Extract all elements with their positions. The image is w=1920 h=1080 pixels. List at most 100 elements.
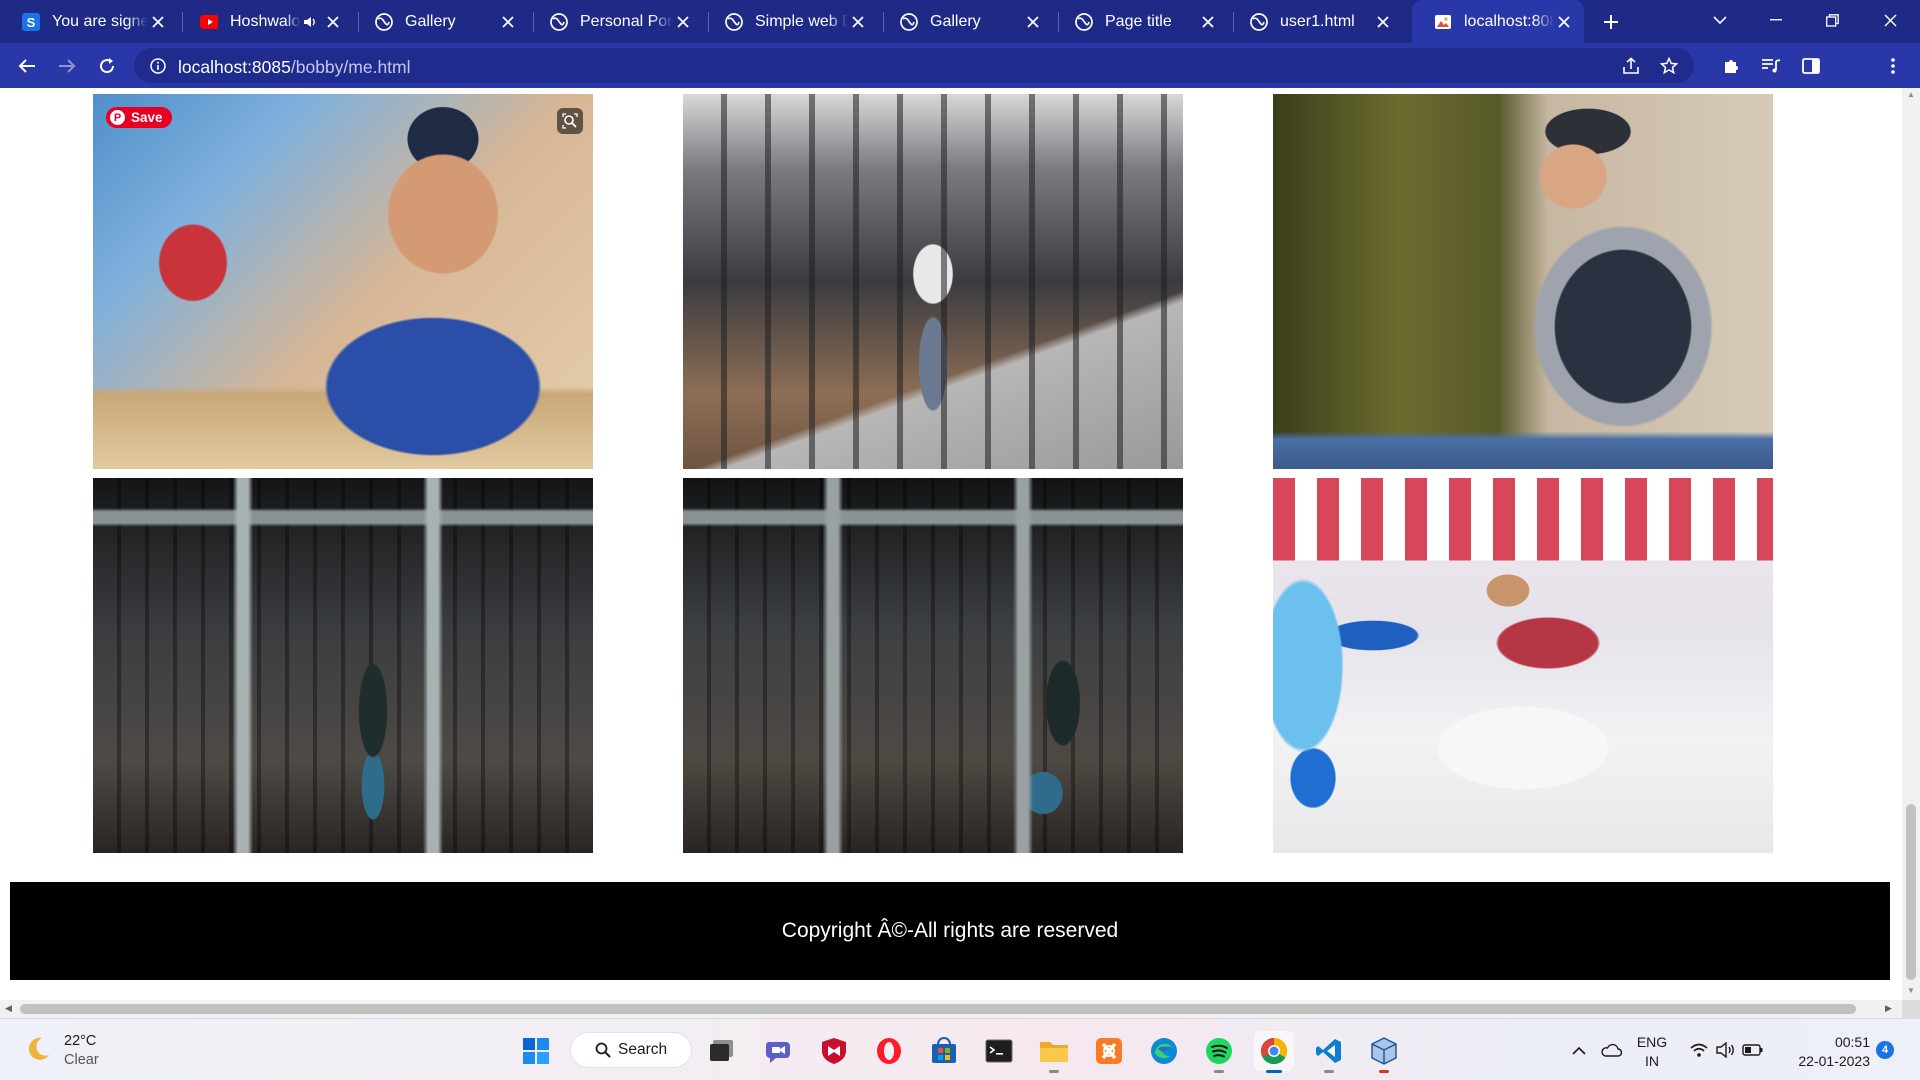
minimize-button[interactable] [1748,0,1804,40]
photo-scene [1273,478,1773,853]
speaker-icon[interactable] [303,15,317,29]
vscode-icon[interactable] [1309,1031,1349,1073]
edge-browser-icon[interactable] [1144,1031,1184,1071]
windows-start-icon[interactable] [516,1031,556,1071]
language-indicator[interactable]: ENG IN [1636,1033,1668,1071]
page-footer: Copyright Â©-All rights are reserved [10,882,1890,980]
teams-chat-icon[interactable] [759,1031,799,1071]
vertical-scrollbar[interactable]: ▲ ▼ [1902,88,1920,1000]
system-clock[interactable]: 00:51 22-01-2023 [1784,1033,1870,1071]
virtualbox-icon[interactable] [1364,1031,1404,1073]
close-tab-icon[interactable] [1023,12,1043,32]
terminal-icon[interactable] [979,1031,1019,1071]
tab-6[interactable]: Gallery [878,0,1053,43]
globe-icon [900,12,918,31]
pinterest-save-button[interactable]: P Save [106,107,172,128]
youtube-icon [200,13,218,31]
page-viewport: P Save Copyright Â©-All rights are reserv… [0,88,1902,1000]
spotify-icon[interactable] [1199,1031,1239,1073]
side-panel-icon[interactable] [1796,51,1826,81]
horizontal-scroll-thumb[interactable] [20,1004,1856,1014]
chrome-icon[interactable] [1254,1031,1294,1073]
notification-badge[interactable]: 4 [1876,1041,1894,1059]
url-host: localhost:8085 [178,57,291,77]
svg-text:S: S [27,15,36,30]
photo-scene [1273,94,1773,469]
close-tab-icon[interactable] [1198,12,1218,32]
close-tab-icon[interactable] [673,12,693,32]
vertical-scroll-thumb[interactable] [1906,804,1916,980]
volume-icon[interactable] [1715,1039,1737,1061]
windows-taskbar: 22°C Clear Search ENG IN 00:51 22-01-2023 4 [0,1018,1920,1080]
close-tab-icon[interactable] [323,12,343,32]
tab-1[interactable]: S You are signed in [0,0,178,43]
weather-widget[interactable]: 22°C Clear [24,1032,99,1070]
tab-2[interactable]: Hoshwalon [178,0,353,43]
gallery-photo[interactable] [1273,478,1773,853]
gallery-photo[interactable]: P Save [93,94,593,469]
scroll-left-arrow-icon[interactable]: ◀ [5,1003,12,1014]
file-explorer-icon[interactable] [1034,1031,1074,1073]
gallery-photo[interactable] [93,478,593,853]
tab-3[interactable]: Gallery [353,0,528,43]
close-tab-icon[interactable] [498,12,518,32]
task-view-icon[interactable] [702,1031,742,1071]
menu-kebab-icon[interactable] [1878,51,1908,81]
tab-active[interactable]: localhost:8085 [1412,0,1584,43]
close-tab-icon[interactable] [148,12,168,32]
language-region: IN [1645,1053,1659,1069]
tab-title: Page title [1105,12,1172,30]
gallery-photo[interactable] [1273,94,1773,469]
photo-scene [93,478,593,853]
scroll-right-arrow-icon[interactable]: ▶ [1885,1003,1892,1014]
microsoft-store-icon[interactable] [924,1031,964,1071]
tab-title: Personal Portfolio [580,12,673,30]
tab-7[interactable]: Page title [1053,0,1228,43]
restore-button[interactable] [1804,0,1860,40]
gallery-photo[interactable] [683,478,1183,853]
taskbar-search-box[interactable]: Search [570,1032,692,1068]
mcafee-icon[interactable] [814,1031,854,1071]
tab-title: Hoshwalon [230,12,301,30]
site-info-icon[interactable] [148,56,168,76]
xampp-icon[interactable] [1089,1031,1129,1071]
tab-title: Gallery [930,12,981,30]
new-tab-button[interactable] [1598,9,1624,35]
media-controls-icon[interactable] [1756,51,1786,81]
browser-toolbar: localhost:8085/bobby/me.html [0,43,1920,122]
close-tab-icon[interactable] [1554,12,1574,32]
gallery-photo[interactable] [683,94,1183,469]
address-bar[interactable]: localhost:8085/bobby/me.html [134,48,1694,83]
search-icon [595,1042,611,1058]
url-text[interactable]: localhost:8085/bobby/me.html [178,57,411,78]
extensions-puzzle-icon[interactable] [1716,51,1746,81]
share-icon[interactable] [1620,55,1642,77]
scroll-down-arrow-icon[interactable]: ▼ [1907,986,1915,995]
url-path: /bobby/me.html [290,57,411,77]
running-indicator [1049,1070,1059,1073]
tab-strip: S You are signed in Hoshwalon Gallery Pe… [0,0,1920,43]
bookmark-star-icon[interactable] [1658,55,1680,77]
tab-title: Gallery [405,12,456,30]
tab-5[interactable]: Simple web Design [703,0,878,43]
onedrive-sync-icon[interactable] [1600,1039,1622,1061]
close-window-button[interactable] [1862,0,1918,40]
opera-icon[interactable] [869,1031,909,1071]
wifi-icon[interactable] [1688,1039,1710,1061]
battery-icon[interactable] [1742,1039,1764,1061]
scroll-up-arrow-icon[interactable]: ▲ [1907,90,1915,99]
s-square-icon: S [22,12,40,31]
forward-button[interactable] [52,51,82,81]
running-indicator [1214,1070,1224,1073]
photo-scene [683,478,1183,853]
tab-8[interactable]: user1.html [1228,0,1403,43]
tab-4[interactable]: Personal Portfolio [528,0,703,43]
close-tab-icon[interactable] [848,12,868,32]
show-hidden-icons-chevron[interactable] [1568,1039,1590,1061]
horizontal-scrollbar[interactable]: ◀ ▶ [0,1000,1902,1018]
back-button[interactable] [12,51,42,81]
reload-button[interactable] [92,51,122,81]
tab-search-button[interactable] [1692,0,1748,40]
close-tab-icon[interactable] [1373,12,1393,32]
visual-search-icon[interactable] [557,108,583,134]
